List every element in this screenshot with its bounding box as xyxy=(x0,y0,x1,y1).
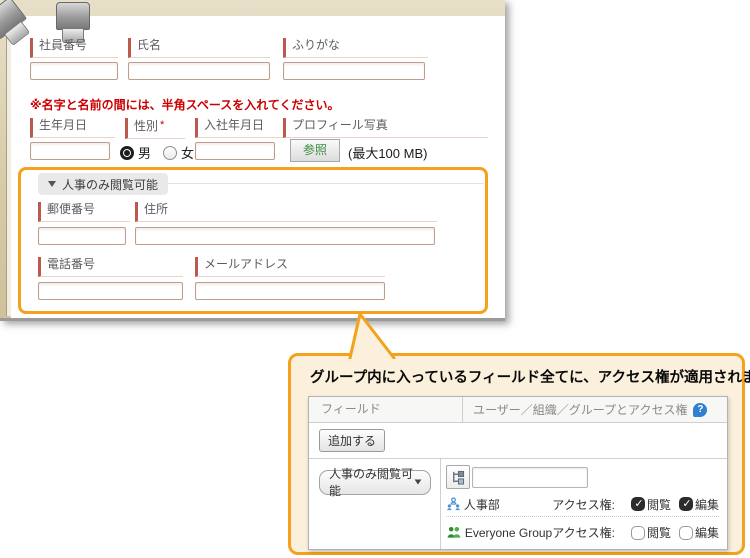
address-input[interactable] xyxy=(135,227,435,245)
callout-tail xyxy=(342,311,402,359)
browse-button[interactable]: 参照 xyxy=(290,139,340,162)
field-label-employee-number: 社員番号 xyxy=(30,38,118,58)
field-label-email: メールアドレス xyxy=(195,257,385,277)
view-label: 閲覧 xyxy=(647,496,671,513)
join-date-input[interactable] xyxy=(195,142,275,160)
view-label: 閲覧 xyxy=(647,524,671,541)
help-icon[interactable]: ? xyxy=(693,403,707,417)
table-header: フィールド ユーザー／組織／グループとアクセス権 ? xyxy=(309,397,727,423)
entity-name: Everyone Group xyxy=(446,525,552,540)
group-collapse-toggle[interactable]: 人事のみ閲覧可能 xyxy=(38,173,168,195)
column-header-field: フィールド xyxy=(309,397,463,422)
field-label-phone: 電話番号 xyxy=(38,257,183,277)
entity-search-input[interactable] xyxy=(472,467,588,488)
column-header-access: ユーザー／組織／グループとアクセス権 ? xyxy=(463,397,727,422)
name-space-note: ※名字と名前の間には、半角スペースを入れてください。 xyxy=(30,96,340,113)
stacked-paper-edge xyxy=(6,20,11,316)
field-label-postal-code: 郵便番号 xyxy=(38,202,130,222)
field-label-name: 氏名 xyxy=(128,38,270,58)
access-row-everyone: Everyone Group アクセス権: 閲覧 編集 xyxy=(446,520,719,545)
edit-label: 編集 xyxy=(695,524,719,541)
org-tree-picker-button[interactable] xyxy=(446,465,470,489)
access-rights-label: アクセス権: xyxy=(552,524,615,541)
furigana-input[interactable] xyxy=(283,62,425,80)
group-title: 人事のみ閲覧可能 xyxy=(62,176,158,193)
field-select-dropdown[interactable]: 人事のみ閲覧可能 xyxy=(319,470,431,495)
caret-down-icon xyxy=(415,479,422,484)
organization-icon xyxy=(446,497,461,512)
field-label-address: 住所 xyxy=(135,202,437,222)
group-divider-line xyxy=(168,183,484,184)
field-label-join-date: 入社年月日 xyxy=(195,118,291,138)
group-icon xyxy=(446,525,462,540)
callout-title: グループ内に入っているフィールド全てに、アクセス権が適用されます xyxy=(310,366,735,387)
field-label-profile-photo: プロフィール写真 xyxy=(283,118,488,138)
radio-male[interactable] xyxy=(120,146,134,160)
birthdate-input[interactable] xyxy=(30,142,110,160)
entity-picker xyxy=(446,465,719,489)
radio-female[interactable] xyxy=(163,146,177,160)
field-label-furigana: ふりがな xyxy=(283,38,428,58)
entity-name: 人事部 xyxy=(446,496,552,513)
radio-female-label: 女 xyxy=(181,143,194,162)
access-rights-label: アクセス権: xyxy=(552,496,615,513)
postal-code-input[interactable] xyxy=(38,227,126,245)
view-checkbox[interactable] xyxy=(631,497,645,511)
employee-number-input[interactable] xyxy=(30,62,118,80)
access-entry-row: 人事のみ閲覧可能 xyxy=(309,459,727,549)
caret-down-icon xyxy=(48,181,56,187)
name-input[interactable] xyxy=(128,62,270,80)
required-asterisk: * xyxy=(160,119,164,131)
field-label-gender: 性別* xyxy=(125,118,185,139)
paper-clip-icon xyxy=(0,0,27,39)
access-row-hr: 人事部 アクセス権: 閲覧 編集 xyxy=(446,492,719,517)
gender-radio-group: 男 女 xyxy=(120,143,202,162)
field-cell: 人事のみ閲覧可能 xyxy=(309,459,441,549)
add-row: 追加する xyxy=(309,423,727,459)
radio-male-label: 男 xyxy=(138,143,151,162)
edit-checkbox[interactable] xyxy=(679,526,693,540)
add-button[interactable]: 追加する xyxy=(319,429,385,452)
field-label-birthdate: 生年月日 xyxy=(30,118,115,138)
access-rights-table: フィールド ユーザー／組織／グループとアクセス権 ? 追加する 人事のみ閲覧可能 xyxy=(308,396,728,550)
view-checkbox[interactable] xyxy=(631,526,645,540)
edit-label: 編集 xyxy=(695,496,719,513)
access-cell: 人事部 アクセス権: 閲覧 編集 xyxy=(441,459,727,549)
org-tree-icon xyxy=(450,470,465,485)
phone-input[interactable] xyxy=(38,282,183,300)
paper-clip-icon xyxy=(56,2,90,30)
photo-max-size-hint: (最大100 MB) xyxy=(348,143,427,162)
email-input[interactable] xyxy=(195,282,385,300)
edit-checkbox[interactable] xyxy=(679,497,693,511)
